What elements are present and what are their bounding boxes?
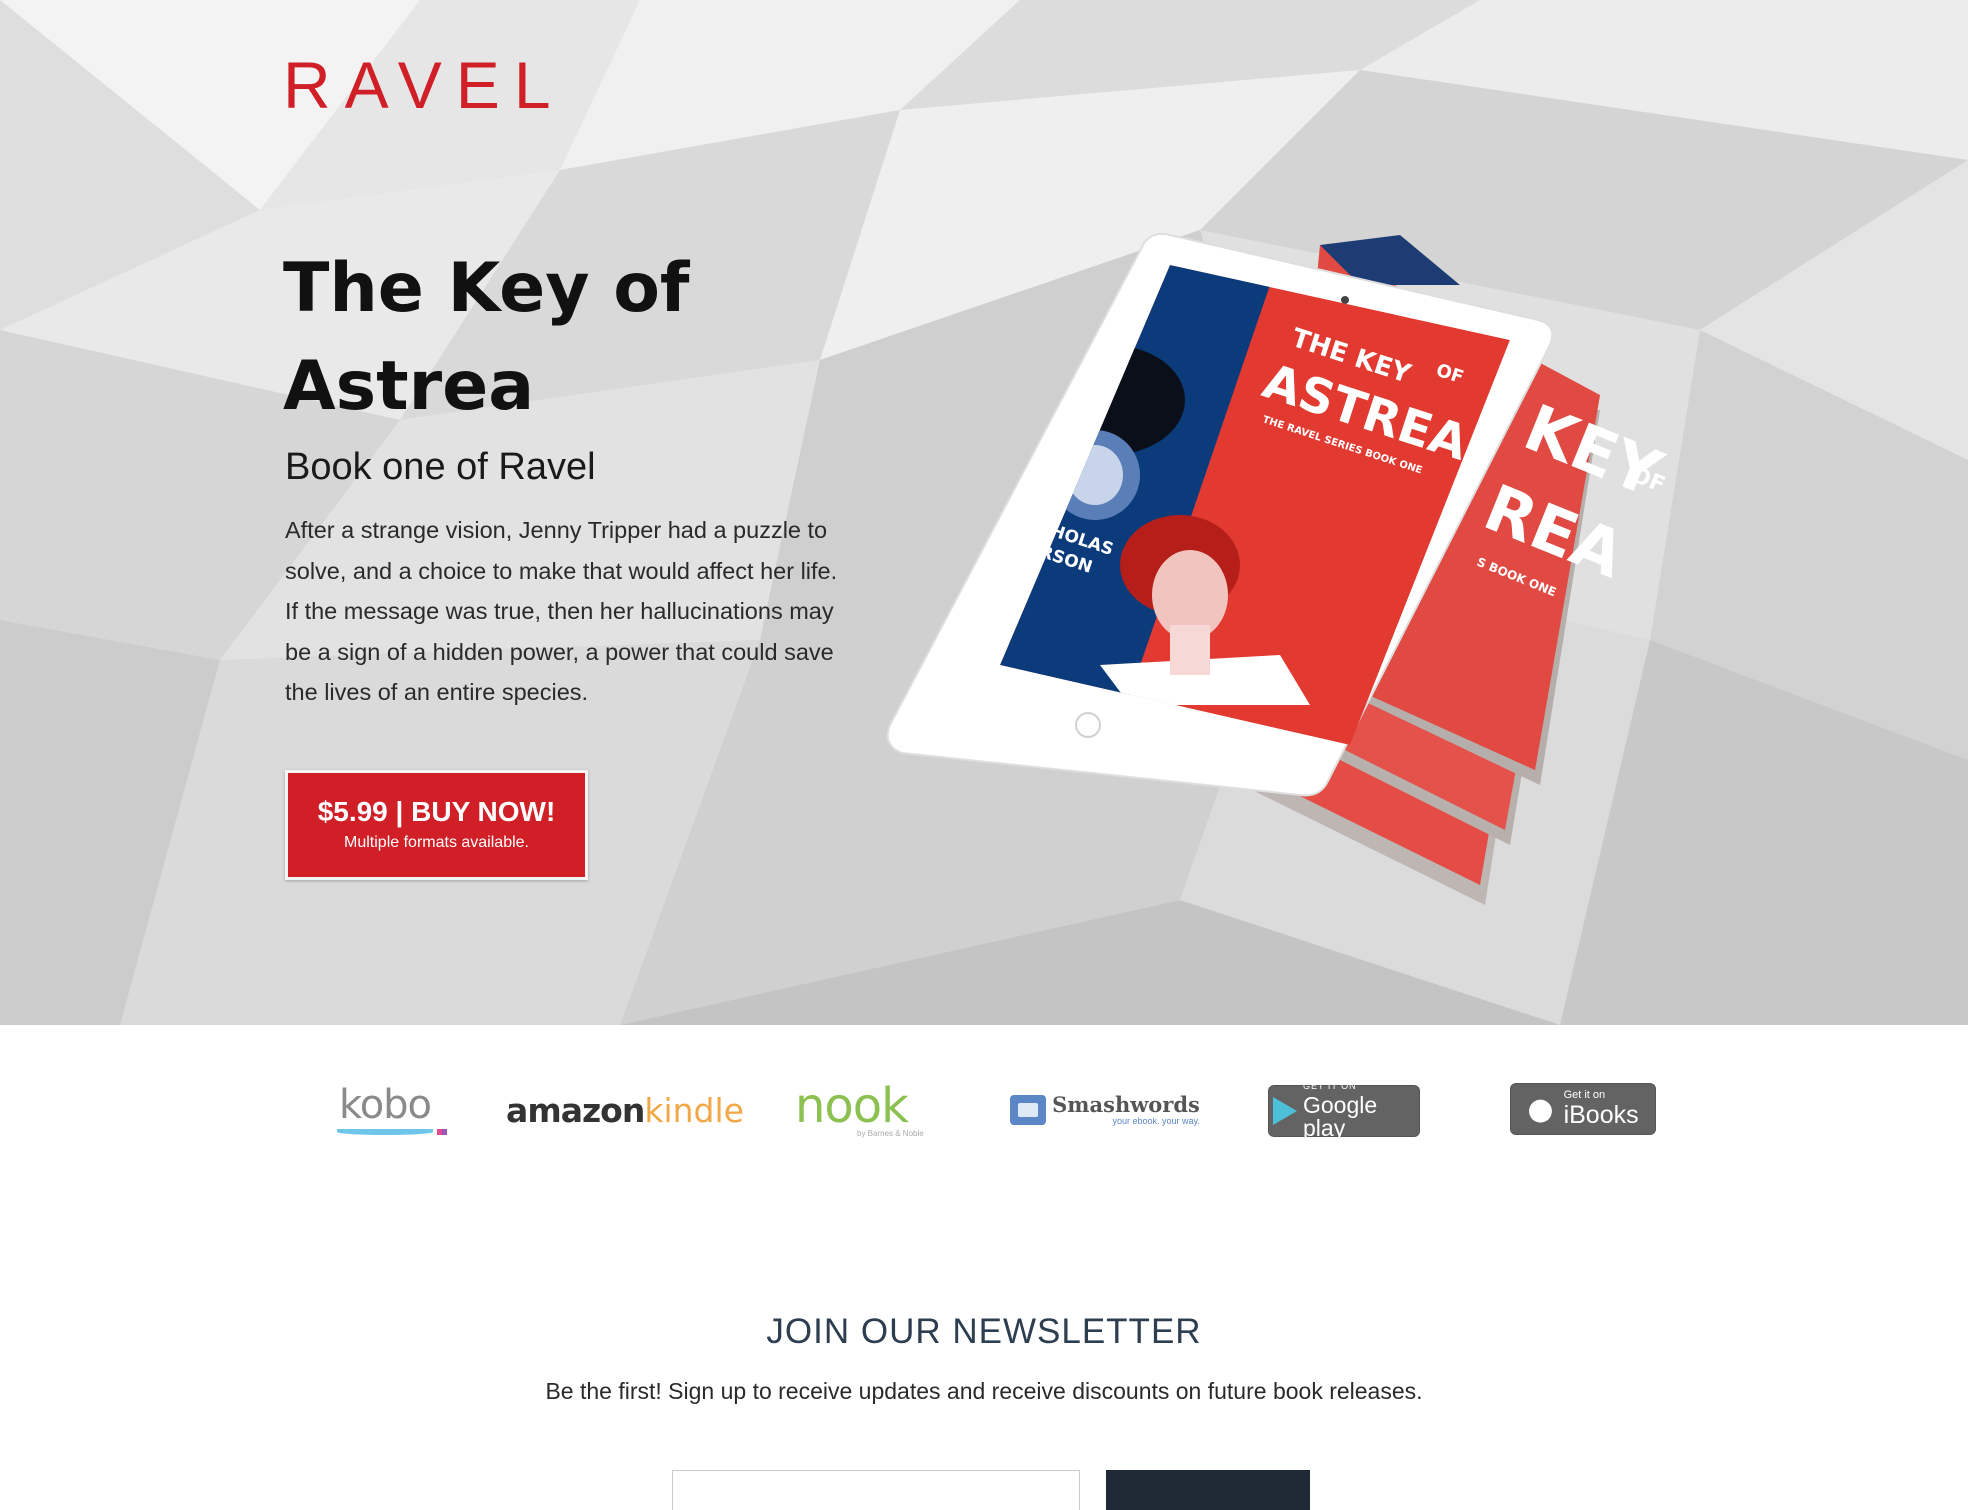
book-title: The Key of Astrea (283, 249, 690, 426)
google-play-icon (1273, 1097, 1297, 1125)
google-play-small-text: GET IT ON (1303, 1081, 1357, 1091)
kobo-logo-text: kobo (338, 1082, 432, 1128)
ibooks-small-text: Get it on (1563, 1089, 1606, 1101)
kobo-underline-icon (337, 1129, 447, 1135)
amazon-logo-text: amazon (506, 1090, 645, 1130)
smashwords-tagline: your ebook. your way. (1112, 1116, 1200, 1126)
nook-logo-subtext: by Barnes & Noble (857, 1128, 924, 1138)
smashwords-store-link[interactable]: Smashwords your ebook. your way. (1005, 1080, 1205, 1140)
newsletter-description: Be the first! Sign up to receive updates… (545, 1378, 1423, 1404)
hero-section: RAVEL The Key of Astrea Book one of Rave… (0, 0, 1968, 1025)
retailer-logos: kobo amazon kindle nook by Barnes & Noble… (0, 1025, 1968, 1175)
book-subtitle: Book one of Ravel (285, 446, 596, 488)
ravel-logo[interactable]: RAVEL (283, 52, 565, 118)
nook-store-link[interactable]: nook by Barnes & Noble (795, 1080, 930, 1140)
newsletter-submit-button[interactable] (1106, 1470, 1310, 1510)
nook-logo-text: nook (795, 1077, 909, 1134)
smashwords-logo-text: Smashwords (1052, 1092, 1200, 1117)
apple-icon: ● (1527, 1091, 1554, 1127)
newsletter-email-input[interactable] (672, 1470, 1080, 1510)
kindle-logo-text: kindle (644, 1090, 744, 1130)
ibooks-badge[interactable]: ● Get it on iBooks (1510, 1083, 1656, 1135)
book-stack-illustration: KEY OF REA S BOOK ONE THE KEY OF ASTREA … (886, 232, 1672, 905)
ibooks-main-text: iBooks (1563, 1101, 1639, 1129)
buy-now-button[interactable]: $5.99 | BUY NOW! Multiple formats availa… (285, 770, 588, 880)
buy-now-label: $5.99 | BUY NOW! (317, 796, 556, 827)
smashwords-computer-icon (1010, 1095, 1047, 1125)
kobo-store-link[interactable]: kobo (330, 1080, 447, 1140)
newsletter-title: JOIN OUR NEWSLETTER (766, 1312, 1202, 1351)
google-play-badge[interactable]: GET IT ON Google play (1268, 1081, 1420, 1141)
buy-now-sublabel: Multiple formats available. (344, 834, 529, 851)
book-description: After a strange vision, Jenny Tripper ha… (285, 517, 838, 705)
google-play-main-text: Google play (1303, 1092, 1378, 1141)
amazon-kindle-store-link[interactable]: amazon kindle (506, 1080, 744, 1140)
